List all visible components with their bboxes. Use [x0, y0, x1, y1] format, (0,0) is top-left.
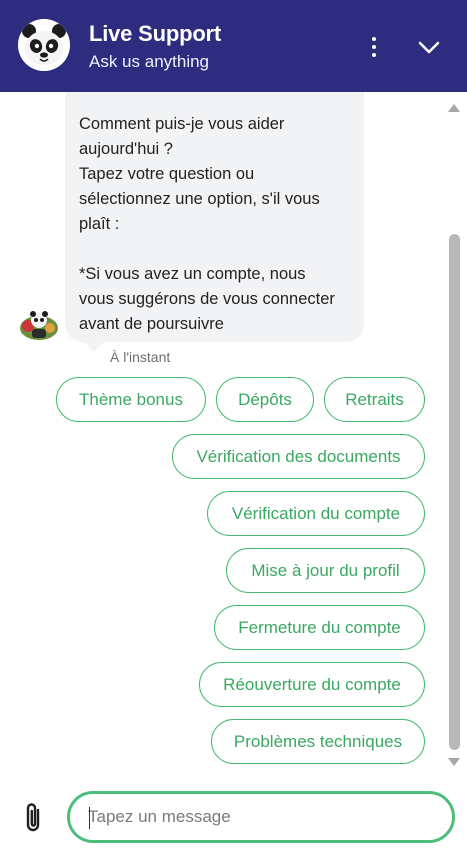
scroll-up-arrow[interactable] [448, 104, 460, 112]
message-input[interactable] [67, 791, 455, 843]
text-caret [89, 807, 90, 829]
header-subtitle: Ask us anything [89, 52, 210, 71]
panda-avatar [18, 19, 70, 71]
quick-reply-fermeture-compte[interactable]: Fermeture du compte [214, 605, 425, 650]
bot-message-text: Comment puis-je vous aider aujourd'hui ?… [79, 115, 335, 333]
scrollbar-thumb[interactable] [449, 234, 460, 750]
quick-reply-retraits[interactable]: Retraits [324, 377, 425, 422]
message-list[interactable]: Comment puis-je vous aider aujourd'hui ?… [0, 92, 467, 775]
message-timestamp: À l'instant [110, 349, 171, 365]
composer [0, 775, 467, 850]
quick-reply-verification-documents[interactable]: Vérification des documents [172, 434, 425, 479]
chevron-down-icon[interactable] [416, 34, 442, 60]
quick-reply-theme-bonus[interactable]: Thème bonus [56, 377, 206, 422]
chat-header: Live Support Ask us anything [0, 0, 467, 92]
kebab-menu-icon[interactable] [362, 34, 386, 60]
quick-reply-depots[interactable]: Dépôts [216, 377, 314, 422]
paperclip-icon[interactable] [22, 801, 46, 835]
quick-reply-reouverture-compte[interactable]: Réouverture du compte [199, 662, 425, 707]
bot-avatar [18, 306, 60, 342]
quick-reply-problemes-techniques[interactable]: Problèmes techniques [211, 719, 425, 764]
quick-reply-verification-compte[interactable]: Vérification du compte [207, 491, 425, 536]
bot-message-bubble: Comment puis-je vous aider aujourd'hui ?… [65, 92, 364, 342]
header-title: Live Support [89, 21, 222, 46]
scroll-down-arrow[interactable] [448, 758, 460, 766]
bubble-tail [84, 342, 104, 352]
quick-reply-mise-a-jour-profil[interactable]: Mise à jour du profil [226, 548, 425, 593]
